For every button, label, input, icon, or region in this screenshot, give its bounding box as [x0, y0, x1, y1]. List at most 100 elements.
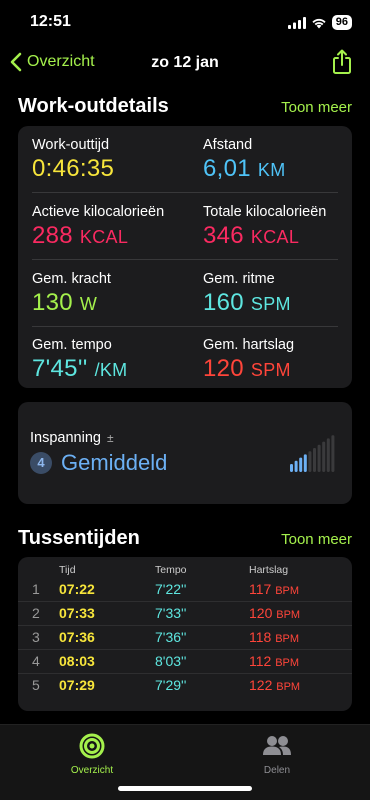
- metric-total-kcal: Totale kilocalorieën 346 KCAL: [203, 204, 363, 250]
- metric-number: 6,01: [203, 155, 251, 182]
- tab-share[interactable]: Delen: [227, 733, 327, 776]
- metric-number: 0:46:35: [32, 155, 115, 182]
- tab-label: Overzicht: [70, 765, 114, 776]
- metric-avg-heart-rate: Gem. hartslag 120 SPM: [203, 337, 363, 383]
- splits-header-hr: Hartslag: [249, 564, 289, 576]
- effort-meter-bar: [313, 448, 316, 472]
- nav-bar: Overzicht zo 12 jan: [0, 44, 370, 84]
- metric-avg-pace: Gem. tempo 7'45'' /KM: [32, 337, 192, 383]
- effort-value: 4 Gemiddeld: [30, 450, 167, 476]
- split-hr-value: 118: [249, 629, 272, 645]
- splits-card: Tijd Tempo Hartslag 1 07:22 7'22'' 117 B…: [18, 557, 352, 711]
- splits-header-time: Tijd: [59, 564, 76, 576]
- split-heart-rate: 120 BPM: [249, 605, 300, 621]
- metric-workout-time: Work-outtijd 0:46:35: [32, 137, 192, 183]
- splits-header-pace: Tempo: [155, 564, 187, 576]
- metric-value: 7'45'' /KM: [32, 355, 192, 383]
- metric-value: 0:46:35: [32, 155, 192, 183]
- split-pace: 7'36'': [155, 629, 187, 645]
- split-time: 07:33: [59, 605, 95, 621]
- page-title: zo 12 jan: [151, 54, 219, 71]
- split-heart-rate: 122 BPM: [249, 677, 300, 693]
- split-number: 4: [32, 653, 40, 669]
- details-title: Work-outdetails: [18, 95, 169, 117]
- split-pace: 7'29'': [155, 677, 187, 693]
- divider: [32, 192, 338, 193]
- metric-distance: Afstand 6,01 KM: [203, 137, 363, 183]
- status-icons: 96: [287, 15, 352, 30]
- effort-meter-bar: [322, 441, 326, 472]
- metric-value: 288 KCAL: [32, 222, 202, 250]
- metric-value: 130 W: [32, 289, 192, 317]
- metric-number: 7'45'': [32, 355, 88, 382]
- metric-label: Work-outtijd: [32, 137, 110, 153]
- activity-rings-icon: [79, 733, 105, 759]
- home-indicator: [118, 786, 252, 791]
- effort-level-badge: 4: [30, 452, 52, 474]
- effort-meter-bar: [326, 438, 330, 472]
- splits-more-link[interactable]: Toon meer: [281, 531, 352, 548]
- split-time: 07:29: [59, 677, 95, 693]
- metric-value: 120 SPM: [203, 355, 363, 383]
- signal-icon: [287, 16, 306, 29]
- split-hr-unit: BPM: [275, 657, 300, 669]
- metric-number: 288: [32, 222, 73, 249]
- divider: [18, 625, 352, 626]
- effort-meter-bar: [303, 454, 307, 472]
- wifi-icon: [312, 18, 326, 28]
- split-number: 2: [32, 605, 40, 621]
- split-row: 3 07:36 7'36'' 118 BPM: [18, 625, 352, 649]
- metric-unit: SPM: [250, 294, 291, 314]
- split-time: 07:36: [59, 629, 95, 645]
- effort-meter-bar: [308, 451, 312, 472]
- divider: [32, 259, 338, 260]
- divider: [18, 649, 352, 650]
- effort-meter-bar: [290, 464, 293, 472]
- split-hr-unit: BPM: [275, 633, 300, 645]
- split-hr-unit: BPM: [276, 681, 301, 693]
- metric-avg-power: Gem. kracht 130 W: [32, 271, 192, 317]
- split-heart-rate: 117 BPM: [249, 581, 299, 597]
- effort-label-text: Inspanning: [30, 430, 101, 446]
- split-hr-unit: BPM: [275, 585, 300, 597]
- metric-unit: KM: [257, 160, 286, 180]
- divider: [32, 326, 338, 327]
- divider: [18, 601, 352, 602]
- effort-level-text: Gemiddeld: [61, 450, 168, 475]
- divider: [18, 673, 352, 674]
- split-hr-value: 122: [249, 677, 273, 693]
- metric-unit: /KM: [94, 360, 128, 380]
- metric-number: 120: [203, 355, 244, 382]
- details-more-link[interactable]: Toon meer: [281, 99, 352, 116]
- split-heart-rate: 112 BPM: [249, 653, 299, 669]
- split-row: 2 07:33 7'33'' 120 BPM: [18, 601, 352, 625]
- metric-value: 6,01 KM: [203, 155, 363, 183]
- metric-label: Gem. tempo: [32, 337, 112, 353]
- metric-value: 160 SPM: [203, 289, 363, 317]
- split-hr-value: 112: [249, 653, 272, 669]
- split-time: 08:03: [59, 653, 95, 669]
- tab-overview[interactable]: Overzicht: [42, 733, 142, 776]
- split-row: 5 07:29 7'29'' 122 BPM: [18, 673, 352, 697]
- effort-card[interactable]: Inspanning ± 4 Gemiddeld: [18, 402, 352, 504]
- metric-active-kcal: Actieve kilocalorieën 288 KCAL: [32, 204, 202, 250]
- effort-meter-bar: [317, 444, 321, 472]
- metric-number: 130: [32, 289, 73, 316]
- split-hr-value: 120: [249, 605, 273, 621]
- share-icon: [333, 49, 351, 74]
- effort-meter-bar: [299, 457, 303, 472]
- metric-label: Gem. kracht: [32, 271, 111, 287]
- metric-label: Gem. hartslag: [203, 337, 295, 353]
- effort-meter-bar: [294, 460, 298, 472]
- split-pace: 8'03'': [155, 653, 187, 669]
- tab-label: Delen: [263, 765, 291, 776]
- metric-unit: W: [79, 294, 98, 314]
- metric-label: Actieve kilocalorieën: [32, 204, 165, 220]
- split-hr-unit: BPM: [276, 609, 301, 621]
- split-number: 3: [32, 629, 40, 645]
- split-row: 4 08:03 8'03'' 112 BPM: [18, 649, 352, 673]
- split-number: 1: [32, 581, 40, 597]
- details-card: Work-outtijd 0:46:35 Afstand 6,01 KM Act…: [18, 126, 352, 388]
- metric-number: 160: [203, 289, 244, 316]
- share-button[interactable]: [332, 49, 352, 80]
